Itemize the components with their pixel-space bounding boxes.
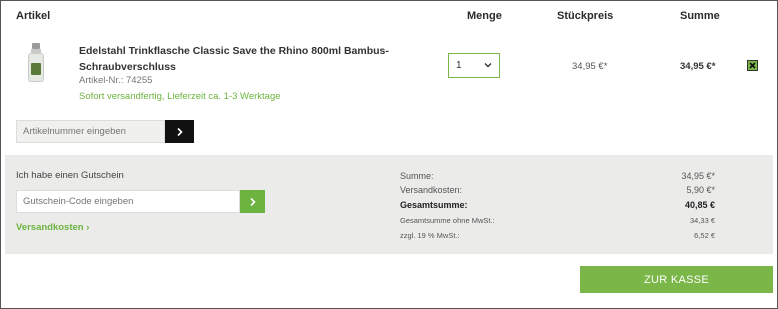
- summary-total-label: Gesamtsumme:: [400, 200, 468, 210]
- quantity-value: 1: [456, 60, 462, 71]
- voucher-label: Ich habe einen Gutschein: [16, 170, 124, 181]
- chevron-right-icon: [249, 197, 256, 206]
- summary-shipping-value: 5,90 €*: [686, 185, 715, 195]
- quantity-select[interactable]: 1: [448, 53, 500, 78]
- add-article-button[interactable]: [165, 120, 194, 143]
- unit-price: 34,95 €*: [572, 61, 608, 72]
- summary-vat-label: zzgl. 19 % MwSt.:: [400, 231, 460, 240]
- bottle-image[interactable]: [27, 43, 45, 83]
- article-number: Artikel-Nr.: 74255: [79, 75, 153, 86]
- summary-subtotal-value: 34,95 €*: [681, 171, 715, 181]
- header-menge: Menge: [467, 10, 502, 22]
- product-title-link[interactable]: Edelstahl Trinkflasche Classic Save the …: [79, 43, 399, 75]
- voucher-code-input[interactable]: [16, 190, 240, 213]
- article-number-input[interactable]: [16, 120, 165, 143]
- chevron-right-icon: [176, 127, 183, 136]
- close-icon: [749, 62, 756, 69]
- apply-voucher-button[interactable]: [240, 190, 265, 213]
- summary-vat-value: 6,52 €: [694, 231, 715, 240]
- header-artikel: Artikel: [16, 10, 51, 22]
- summary-subtotal-label: Summe:: [400, 171, 434, 181]
- summary-total-value: 40,85 €: [684, 200, 715, 210]
- checkout-button[interactable]: ZUR KASSE: [580, 266, 773, 293]
- shipping-info: Sofort versandfertig, Lieferzeit ca. 1-3…: [79, 91, 281, 102]
- summary-shipping-label: Versandkosten:: [400, 185, 463, 195]
- remove-item-button[interactable]: [747, 60, 758, 71]
- header-summe: Summe: [680, 10, 720, 22]
- line-total: 34,95 €*: [680, 61, 716, 72]
- shipping-costs-link[interactable]: Versandkosten ›: [16, 222, 89, 233]
- summary-net-label: Gesamtsumme ohne MwSt.:: [400, 216, 495, 225]
- summary-net-value: 34,33 €: [689, 216, 715, 225]
- header-stueckpreis: Stückpreis: [557, 10, 614, 22]
- chevron-down-icon: [484, 63, 492, 68]
